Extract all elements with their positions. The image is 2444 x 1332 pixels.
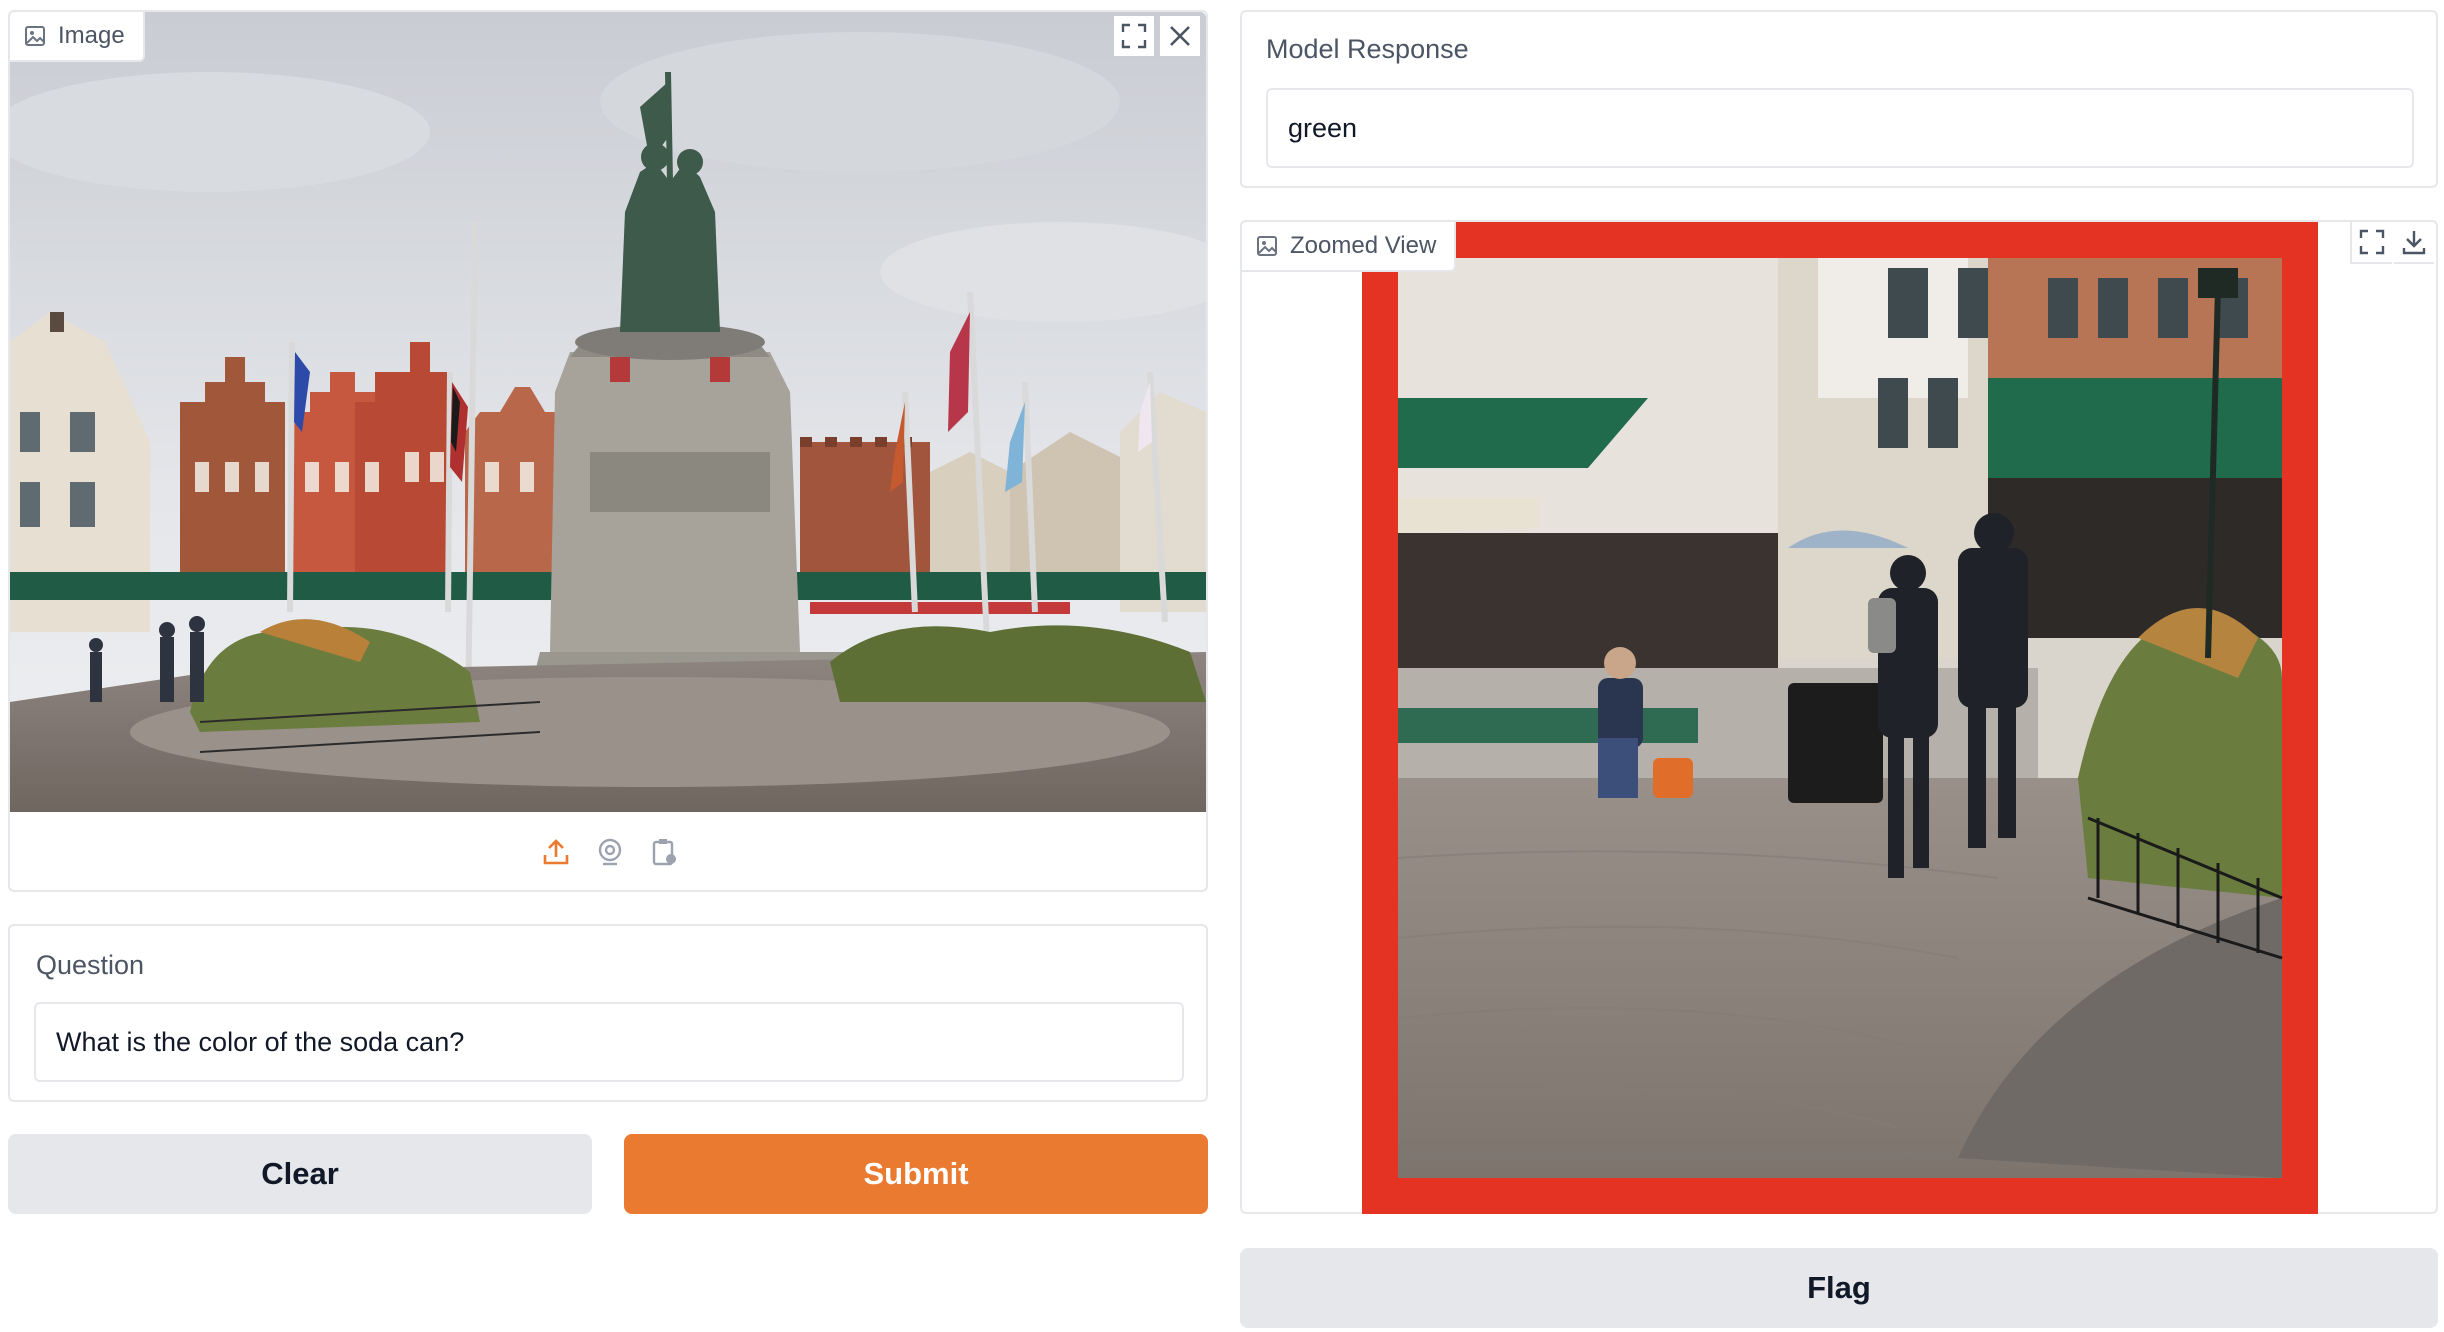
fullscreen-icon[interactable] [1114, 16, 1154, 56]
question-panel: Question What is the color of the soda c… [8, 924, 1208, 1102]
image-icon [1256, 235, 1278, 257]
submit-button[interactable]: Submit [624, 1134, 1208, 1214]
zoomed-view-label-badge: Zoomed View [1242, 222, 1457, 272]
zoomed-view-panel: Zoomed View [1240, 220, 2438, 1214]
image-icon [24, 25, 46, 47]
question-label: Question [36, 950, 145, 980]
image-label-badge: Image [10, 12, 145, 62]
image-panel: Image [8, 10, 1208, 892]
question-input[interactable]: What is the color of the soda can? [34, 1002, 1184, 1082]
flag-button[interactable]: Flag [1240, 1248, 2438, 1328]
close-icon[interactable] [1160, 16, 1200, 56]
upload-icon[interactable] [536, 832, 576, 872]
response-output: green [1266, 88, 2414, 168]
response-panel: Model Response green [1240, 10, 2438, 188]
response-label: Model Response [1266, 34, 1469, 64]
uploaded-photo [10, 12, 1206, 812]
zoomed-crop-image [1362, 222, 2318, 1214]
zoomed-view-label: Zoomed View [1290, 232, 1437, 259]
fullscreen-icon[interactable] [2350, 222, 2392, 264]
download-icon[interactable] [2394, 222, 2434, 264]
image-label: Image [58, 22, 125, 49]
clear-button[interactable]: Clear [8, 1134, 592, 1214]
clipboard-icon[interactable] [644, 832, 684, 872]
webcam-icon[interactable] [590, 832, 630, 872]
